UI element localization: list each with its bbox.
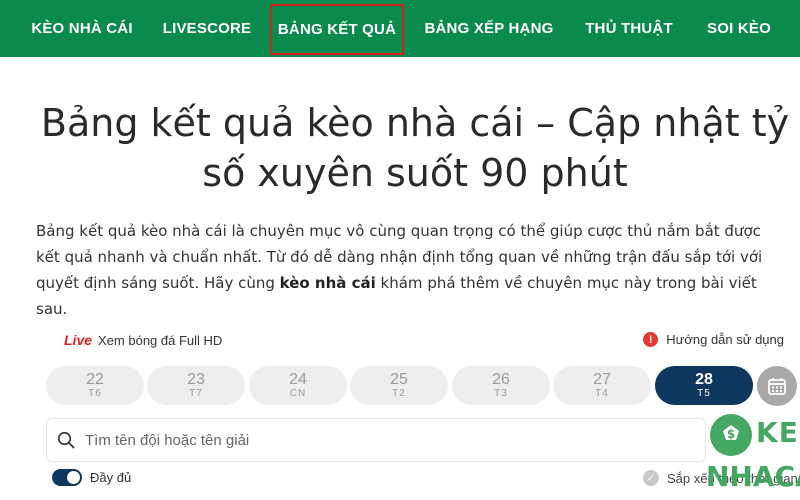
article-intro: Bảng kết quả kèo nhà cái là chuyên mục v… <box>36 218 776 322</box>
date-weekday: T7 <box>189 388 203 399</box>
toggle-label: Đầy đủ <box>90 470 132 485</box>
date-tab-25[interactable]: 25 T2 <box>350 366 448 405</box>
date-day: 22 <box>86 371 104 388</box>
date-day: 24 <box>289 371 307 388</box>
date-tab-28-selected[interactable]: 28 T5 <box>655 366 753 405</box>
help-link[interactable]: ! Hướng dẫn sử dụng <box>643 332 784 347</box>
search-input[interactable] <box>85 431 645 449</box>
live-stream-link[interactable]: Live Xem bóng đá Full HD <box>64 332 222 348</box>
date-day: 25 <box>390 371 408 388</box>
nav-item-keo-nha-cai[interactable]: KÈO NHÀ CÁI <box>18 0 146 57</box>
logo-text-keo: KEO <box>756 416 800 449</box>
full-view-toggle[interactable] <box>52 469 82 486</box>
alert-icon: ! <box>643 332 659 347</box>
check-icon: ✓ <box>643 470 659 486</box>
nav-item-bang-xep-hang[interactable]: BẢNG XẾP HẠNG <box>415 0 563 57</box>
svg-text:$: $ <box>727 427 735 441</box>
date-weekday: T5 <box>697 388 711 399</box>
full-view-toggle-row[interactable]: Đầy đủ <box>52 469 131 486</box>
calendar-icon <box>768 378 786 395</box>
live-badge: Live <box>64 332 93 348</box>
date-day: 23 <box>187 371 205 388</box>
nav-item-livescore[interactable]: LIVESCORE <box>155 0 259 57</box>
date-day: 28 <box>695 371 713 388</box>
date-weekday: T6 <box>88 388 102 399</box>
date-weekday: CN <box>289 388 307 399</box>
page-title: Bảng kết quả kèo nhà cái – Cập nhật tỷ s… <box>40 101 790 195</box>
date-day: 27 <box>593 371 611 388</box>
search-icon <box>57 431 75 449</box>
date-tab-24[interactable]: 24 CN <box>249 366 347 405</box>
date-tab-27[interactable]: 27 T4 <box>553 366 651 405</box>
date-day: 26 <box>492 371 510 388</box>
soccer-ball-icon: $ <box>710 414 752 456</box>
top-navigation: KÈO NHÀ CÁI LIVESCORE BẢNG KẾT QUẢ BẢNG … <box>0 0 800 57</box>
date-weekday: T2 <box>392 388 406 399</box>
intro-keyword-link[interactable]: kèo nhà cái <box>280 274 376 292</box>
date-tab-22[interactable]: 22 T6 <box>46 366 144 405</box>
logo-text-nhacai: NHACAI <box>706 460 800 493</box>
help-label: Hướng dẫn sử dụng <box>666 332 784 347</box>
live-stream-label: Xem bóng đá Full HD <box>98 332 223 348</box>
search-box <box>46 418 706 462</box>
keo-nhacai-logo: $ KEO NHACAI <box>706 410 800 500</box>
nav-item-thu-thuat[interactable]: THỦ THUẬT <box>574 0 684 57</box>
calendar-button[interactable] <box>757 366 797 406</box>
date-weekday: T4 <box>595 388 609 399</box>
date-weekday: T3 <box>494 388 508 399</box>
date-tab-26[interactable]: 26 T3 <box>452 366 550 405</box>
nav-item-soi-keo[interactable]: SOI KÈO <box>697 0 781 57</box>
date-tab-23[interactable]: 23 T7 <box>147 366 245 405</box>
nav-item-bang-ket-qua[interactable]: BẢNG KẾT QUẢ <box>270 4 404 55</box>
